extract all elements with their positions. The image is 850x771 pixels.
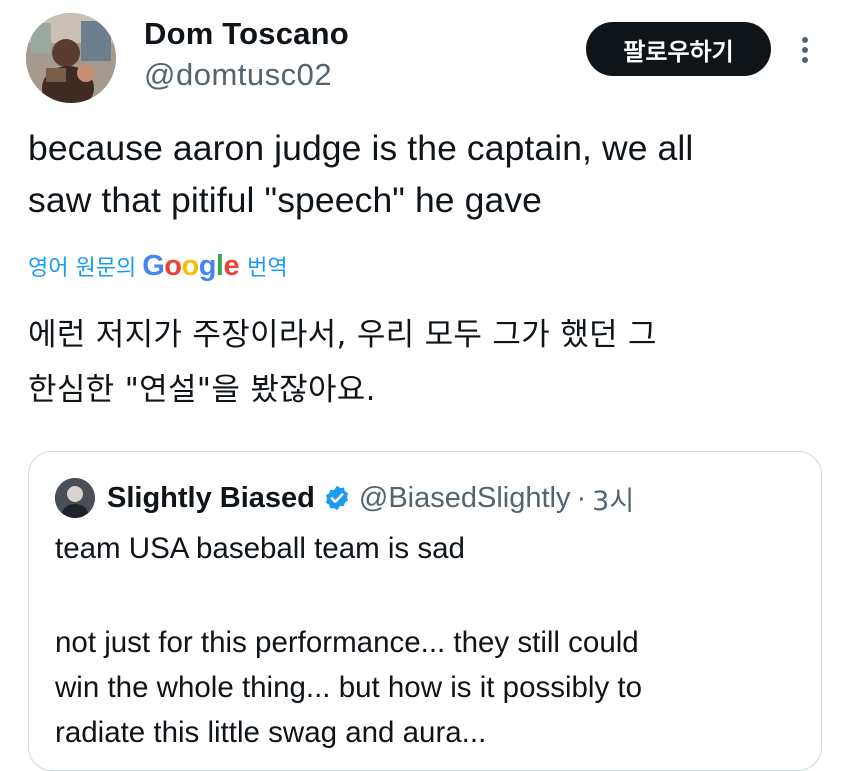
author-handle[interactable]: @domtusc02 — [144, 57, 332, 93]
author-name[interactable]: Dom Toscano — [144, 16, 349, 52]
tweet-text-line: saw that pitiful "speech" he gave — [28, 180, 542, 220]
avatar-image — [26, 13, 116, 103]
quoted-tweet-first-line: team USA baseball team is sad — [55, 532, 465, 565]
translation-suffix: 번역 — [247, 256, 288, 281]
translated-text-line: 한심한 "연설"을 봤잖아요. — [28, 372, 376, 408]
quoted-tweet-card[interactable]: Slightly Biased @BiasedSlightly · 3시 tea… — [28, 451, 822, 771]
separator-dot: · — [576, 481, 587, 514]
quoted-tweet-body-line: radiate this little swag and aura... — [55, 716, 487, 749]
vertical-ellipsis-icon[interactable] — [790, 30, 820, 70]
quoted-tweet-header: Slightly Biased @BiasedSlightly · 3시 — [55, 476, 634, 520]
translated-text: 에런 저지가 주장이라서, 우리 모두 그가 했던 그 한심한 "연설"을 봤잖… — [28, 308, 828, 418]
google-logo: Google — [142, 249, 240, 282]
quoted-tweet-body: not just for this performance... they st… — [55, 620, 795, 755]
quoted-tweet-time[interactable]: 3시 — [592, 479, 634, 518]
follow-button[interactable]: 팔로우하기 — [586, 22, 771, 76]
verified-badge-icon — [325, 485, 348, 511]
translation-prefix: 영어 원문의 — [28, 256, 137, 281]
tweet-text-line: because aaron judge is the captain, we a… — [28, 128, 694, 168]
quoted-author-name[interactable]: Slightly Biased — [107, 482, 315, 515]
quoted-author-avatar[interactable] — [55, 478, 95, 518]
quoted-author-handle[interactable]: @BiasedSlightly — [359, 482, 571, 515]
quoted-tweet-body-line: win the whole thing... but how is it pos… — [55, 671, 643, 704]
translated-text-line: 에런 저지가 주장이라서, 우리 모두 그가 했던 그 — [28, 317, 657, 353]
tweet-text: because aaron judge is the captain, we a… — [28, 122, 828, 226]
translation-attribution[interactable]: 영어 원문의 Google 번역 — [28, 246, 288, 286]
author-avatar[interactable] — [26, 13, 116, 103]
quoted-tweet-body-line: not just for this performance... they st… — [55, 626, 639, 659]
